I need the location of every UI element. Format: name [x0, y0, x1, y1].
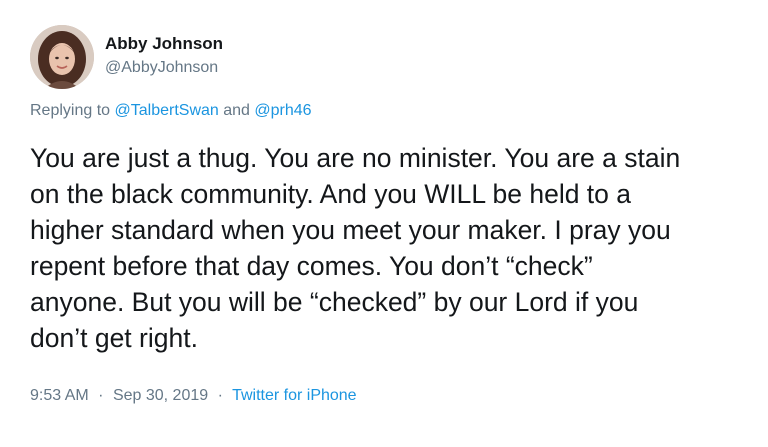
tweet-text-line: repent before that day comes. You don’t … — [30, 251, 593, 281]
tweet-meta: 9:53 AM · Sep 30, 2019 · Twitter for iPh… — [30, 386, 357, 406]
author-display-name[interactable]: Abby Johnson — [105, 34, 223, 54]
replying-to-prefix: Replying to — [30, 102, 111, 119]
tweet-date[interactable]: Sep 30, 2019 — [113, 387, 208, 404]
tweet-text-line: on the black community. And you WILL be … — [30, 179, 632, 209]
mention-talbertswan-link[interactable]: @TalbertSwan — [115, 102, 219, 119]
meta-separator: · — [217, 387, 223, 404]
replying-to-conjunction: and — [223, 102, 250, 119]
replying-to: Replying to @TalbertSwan and @prh46 — [30, 101, 312, 121]
tweet-text: You are just a thug. You are no minister… — [30, 140, 755, 356]
tweet-text-line: You are just a thug. You are no minister… — [30, 143, 681, 173]
tweet-source-link[interactable]: Twitter for iPhone — [232, 387, 357, 404]
mention-prh46-link[interactable]: @prh46 — [254, 102, 311, 119]
tweet-text-line: don’t get right. — [30, 323, 198, 353]
avatar[interactable] — [30, 25, 94, 89]
tweet-text-line: anyone. But you will be “checked” by our… — [30, 287, 639, 317]
author-block: Abby Johnson @AbbyJohnson — [105, 34, 223, 78]
author-handle[interactable]: @AbbyJohnson — [105, 58, 223, 78]
meta-separator: · — [98, 387, 104, 404]
profile-photo-icon — [30, 25, 94, 89]
tweet-time[interactable]: 9:53 AM — [30, 387, 89, 404]
tweet-card: Abby Johnson @AbbyJohnson Replying to @T… — [0, 0, 768, 447]
tweet-text-line: higher standard when you meet your maker… — [30, 215, 671, 245]
